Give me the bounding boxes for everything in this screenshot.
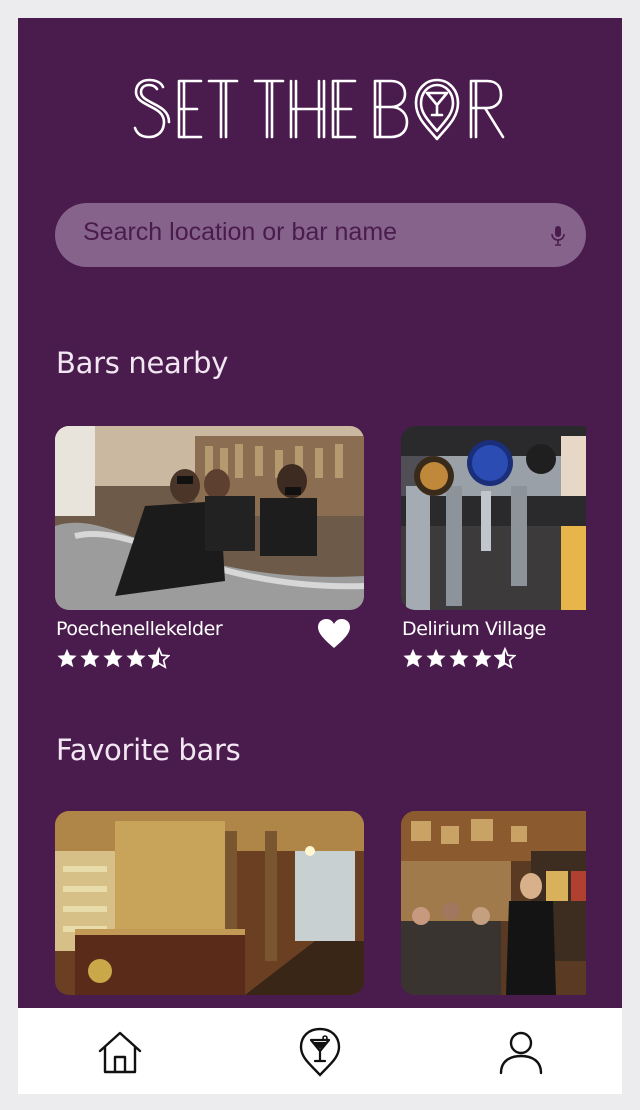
app-logo [18, 70, 622, 150]
star-full-icon [472, 648, 492, 668]
home-icon [98, 1031, 142, 1074]
bar-card[interactable] [401, 811, 586, 1011]
bar-map-pin-icon [299, 1027, 341, 1077]
brand-logo-icon [133, 78, 505, 141]
bottom-navigation [18, 1008, 622, 1094]
favorite-heart-icon[interactable] [317, 618, 351, 650]
nav-home-button[interactable] [94, 1026, 146, 1078]
star-half-icon [494, 647, 516, 669]
microphone-icon[interactable] [550, 225, 566, 247]
star-full-icon [80, 648, 100, 668]
bar-photo[interactable] [401, 426, 586, 610]
app-screen: Bars nearby [18, 18, 622, 1094]
star-full-icon [426, 648, 446, 668]
bar-photo[interactable] [55, 426, 364, 610]
star-half-icon [148, 647, 170, 669]
bar-card[interactable]: Delirium Village [401, 426, 586, 686]
star-rating [402, 647, 516, 669]
search-bar[interactable] [55, 203, 586, 267]
bar-photo[interactable] [401, 811, 586, 995]
bar-card[interactable]: Poechenellekelder [55, 426, 365, 686]
nav-profile-button[interactable] [495, 1026, 547, 1078]
profile-icon [499, 1031, 543, 1075]
favorite-bars-heading: Favorite bars [56, 733, 241, 767]
star-rating [56, 647, 170, 669]
nav-bars-button[interactable] [294, 1026, 346, 1078]
star-full-icon [449, 648, 469, 668]
bar-card[interactable] [55, 811, 365, 1011]
bar-name: Delirium Village [402, 618, 546, 640]
nearby-bars-carousel[interactable]: Poechenellekelder Delirium Village [55, 426, 586, 706]
star-full-icon [57, 648, 77, 668]
search-input[interactable] [81, 211, 525, 253]
bar-name: Poechenellekelder [56, 618, 223, 640]
star-full-icon [403, 648, 423, 668]
star-full-icon [126, 648, 146, 668]
star-full-icon [103, 648, 123, 668]
bar-photo[interactable] [55, 811, 364, 995]
bars-nearby-heading: Bars nearby [56, 346, 229, 380]
